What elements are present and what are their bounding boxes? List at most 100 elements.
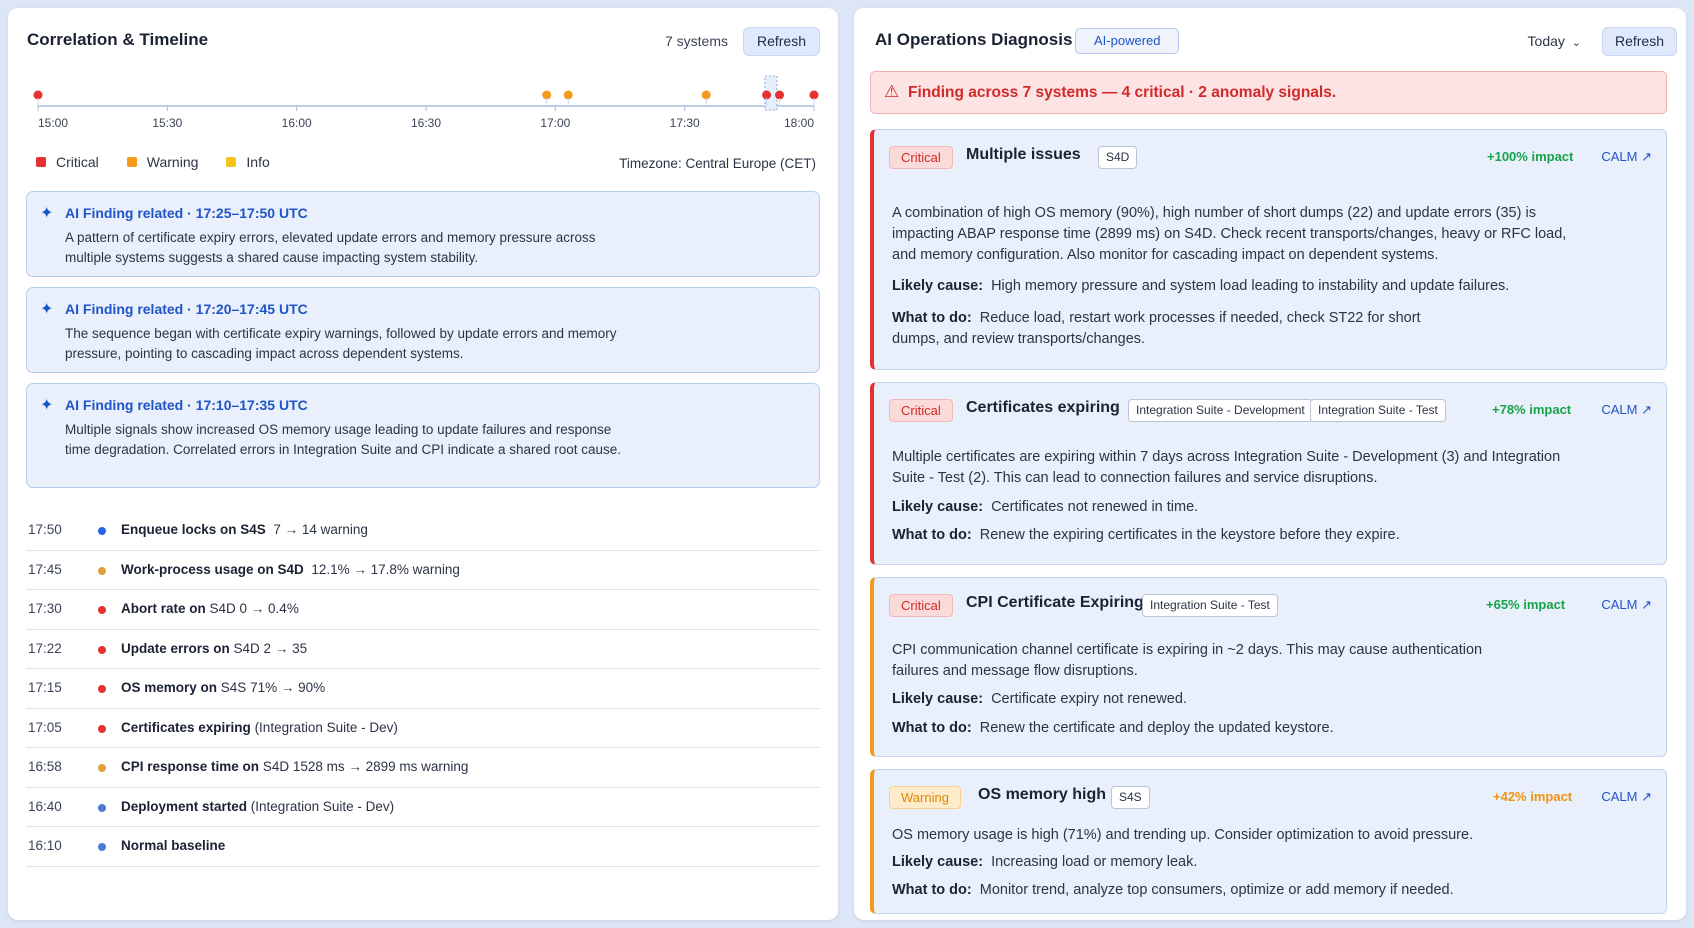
panel-title: Correlation & Timeline bbox=[27, 30, 209, 49]
card-title: OS memory high bbox=[978, 786, 1107, 803]
event-time: 17:30 bbox=[28, 601, 62, 616]
event-text: Enqueue locks on S4S 7 → 14 warning bbox=[121, 522, 368, 537]
calm-link[interactable]: CALM ↗ bbox=[1601, 789, 1652, 805]
event-time: 16:40 bbox=[28, 798, 62, 814]
likely-cause: Likely cause: High memory pressure and sy… bbox=[892, 278, 1510, 294]
event-row[interactable]: 17:05 Certificates expiring (Integration… bbox=[26, 709, 820, 748]
event-text: Work-process usage on S4D 12.1% → 17.8% … bbox=[121, 561, 460, 577]
impact-label: +65% impact bbox=[1486, 597, 1566, 612]
event-row[interactable]: 16:40 Deployment started (Integration Su… bbox=[26, 788, 820, 827]
event-severity-dot bbox=[98, 724, 106, 733]
refresh-button[interactable]: Refresh bbox=[1602, 27, 1677, 56]
refresh-button[interactable]: Refresh bbox=[743, 27, 820, 56]
card-title: Certificates expiring bbox=[966, 399, 1120, 416]
finding-text: Multiple signals show increased OS memor… bbox=[65, 422, 622, 457]
event-time: 17:45 bbox=[28, 561, 62, 577]
timezone-label: Timezone: Central Europe (CET) bbox=[619, 156, 816, 171]
severity-badge: Critical bbox=[889, 146, 953, 169]
what-to-do: What to do: Reduce load, restart work pro… bbox=[892, 310, 1421, 347]
event-row[interactable]: 17:30 Abort rate on S4D 0 → 0.4% bbox=[26, 590, 820, 630]
event-text: Certificates expiring (Integration Suite… bbox=[121, 719, 398, 735]
impact-label: +42% impact bbox=[1493, 789, 1573, 804]
event-severity-dot bbox=[98, 764, 106, 772]
likely-cause: Likely cause: Certificate expiry not rene… bbox=[892, 691, 1187, 707]
event-list: 17:50 Enqueue locks on S4S 7 → 14 warnin… bbox=[26, 511, 820, 867]
system-tag: Integration Suite - Test bbox=[1310, 399, 1446, 422]
panel-title: AI Operations Diagnosis bbox=[875, 30, 1073, 49]
likely-cause: Likely cause: Increasing load or memory l… bbox=[892, 854, 1198, 870]
chevron-down-icon: ⌄ bbox=[1571, 37, 1581, 49]
event-row[interactable]: 17:22 Update errors on S4D 2 → 35 bbox=[26, 630, 820, 669]
timeline-tick-label: 17:30 bbox=[670, 116, 700, 130]
diagnosis-card[interactable]: Warning OS memory high S4S +42% impact C… bbox=[870, 769, 1667, 914]
card-title: Multiple issues bbox=[966, 146, 1081, 163]
what-to-do: What to do: Renew the certificate and dep… bbox=[892, 720, 1334, 736]
card-title: CPI Certificate Expiring bbox=[966, 594, 1144, 611]
diagnosis-card[interactable]: Critical Multiple issues S4D +100% impac… bbox=[870, 129, 1667, 370]
calm-link[interactable]: CALM ↗ bbox=[1601, 149, 1652, 165]
ai-finding-card[interactable]: ✦ AI Finding related · 17:25–17:50 UTC A… bbox=[26, 191, 820, 277]
calm-link[interactable]: CALM ↗ bbox=[1601, 402, 1652, 418]
card-description: OS memory usage is high (71%) and trendi… bbox=[892, 827, 1474, 843]
event-row[interactable]: 17:45 Work-process usage on S4D 12.1% → … bbox=[26, 551, 820, 590]
timeline-ticks: 15:00 15:30 16:00 16:30 17:00 17:30 18:00 bbox=[37, 106, 815, 130]
severity-badge: Critical bbox=[889, 399, 953, 422]
system-tag: S4D bbox=[1098, 146, 1138, 169]
event-time: 16:10 bbox=[28, 838, 62, 853]
event-severity-dot bbox=[98, 645, 106, 654]
ai-finding-card[interactable]: ✦ AI Finding related · 17:10–17:35 UTC M… bbox=[26, 383, 820, 488]
sparkle-icon: ✦ bbox=[40, 301, 54, 318]
timeline-tick-label: 17:00 bbox=[540, 116, 570, 130]
event-text: CPI response time on S4D 1528 ms → 2899 … bbox=[121, 759, 469, 774]
event-severity-dot bbox=[98, 803, 106, 812]
event-time: 17:05 bbox=[28, 719, 62, 735]
period-label: Today bbox=[1527, 33, 1565, 49]
severity-badge: Warning bbox=[889, 786, 961, 809]
event-text: Deployment started (Integration Suite - … bbox=[121, 798, 395, 814]
event-row[interactable]: 16:10 Normal baseline bbox=[26, 827, 820, 867]
finding-heading: AI Finding related · 17:25–17:50 UTC bbox=[65, 205, 308, 221]
timeline-tick-label: 16:30 bbox=[411, 116, 441, 130]
event-time: 17:22 bbox=[28, 640, 62, 656]
calm-link[interactable]: CALM ↗ bbox=[1601, 597, 1652, 613]
event-row[interactable]: 17:50 Enqueue locks on S4S 7 → 14 warnin… bbox=[26, 511, 820, 551]
severity-badge: Critical bbox=[889, 594, 953, 617]
legend-swatch-info bbox=[226, 157, 237, 167]
ai-finding-card[interactable]: ✦ AI Finding related · 17:20–17:45 UTC T… bbox=[26, 287, 820, 373]
event-severity-dot bbox=[98, 685, 106, 693]
legend-label: Warning bbox=[146, 154, 199, 170]
correlation-timeline-panel: Correlation & Timeline 7 systems Refresh… bbox=[8, 8, 838, 920]
event-severity-dot bbox=[98, 527, 106, 535]
card-description: CPI communication channel certificate is… bbox=[892, 642, 1483, 679]
event-text: Update errors on S4D 2 → 35 bbox=[121, 640, 308, 656]
event-time: 17:50 bbox=[28, 522, 62, 537]
system-tag: S4S bbox=[1111, 786, 1150, 809]
event-text: Abort rate on S4D 0 → 0.4% bbox=[121, 601, 299, 616]
finding-heading: AI Finding related · 17:20–17:45 UTC bbox=[65, 301, 308, 317]
event-text: OS memory on S4S 71% → 90% bbox=[121, 680, 326, 695]
diagnosis-card[interactable]: Critical Certificates expiring Integrati… bbox=[870, 382, 1667, 565]
event-severity-dot bbox=[98, 606, 106, 614]
diagnosis-card[interactable]: Critical CPI Certificate Expiring Integr… bbox=[870, 577, 1667, 757]
event-text: Normal baseline bbox=[121, 838, 226, 853]
card-description: Multiple certificates are expiring withi… bbox=[892, 449, 1561, 486]
event-row[interactable]: 16:58 CPI response time on S4D 1528 ms →… bbox=[26, 748, 820, 788]
event-time: 17:15 bbox=[28, 680, 62, 695]
legend-warning: Warning bbox=[126, 154, 199, 170]
impact-label: +78% impact bbox=[1492, 402, 1572, 417]
event-row[interactable]: 17:15 OS memory on S4S 71% → 90% bbox=[26, 669, 820, 709]
ai-diagnosis-panel: AI Operations Diagnosis AI-powered Today… bbox=[854, 8, 1686, 920]
likely-cause: Likely cause: Certificates not renewed in… bbox=[892, 499, 1199, 515]
systems-count: 7 systems bbox=[664, 33, 728, 49]
legend-critical: Critical bbox=[36, 154, 99, 170]
sparkle-icon: ✦ bbox=[40, 397, 54, 414]
timeline-tick-label: 15:30 bbox=[152, 116, 182, 130]
legend-label: Critical bbox=[56, 154, 99, 170]
event-time: 16:58 bbox=[28, 759, 62, 774]
alert-banner: ⚠ Finding across 7 systems — 4 critical … bbox=[870, 71, 1667, 114]
period-dropdown[interactable]: Today ⌄ bbox=[1528, 33, 1581, 49]
legend-swatch-critical bbox=[36, 157, 46, 167]
finding-heading: AI Finding related · 17:10–17:35 UTC bbox=[65, 397, 308, 413]
legend-info: Info bbox=[226, 154, 270, 170]
impact-label: +100% impact bbox=[1487, 149, 1574, 164]
